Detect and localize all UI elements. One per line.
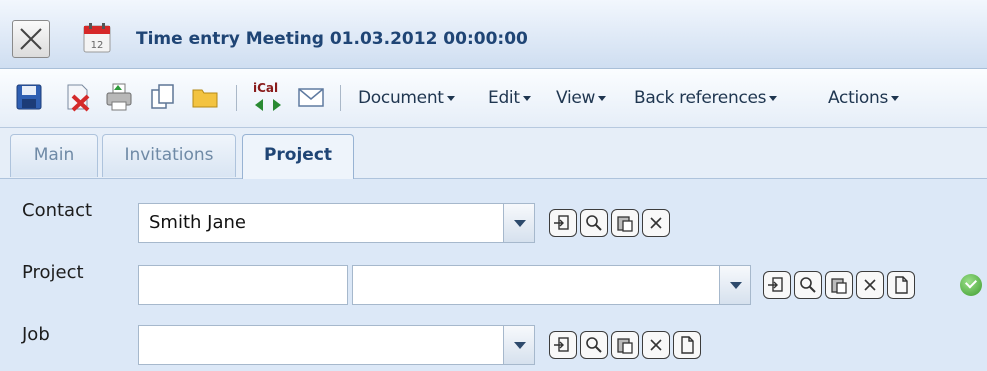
project-code-input[interactable] xyxy=(138,265,348,305)
contact-search-button[interactable] xyxy=(580,209,608,237)
ical-label: iCal xyxy=(253,81,279,95)
job-new-button[interactable] xyxy=(673,331,701,359)
job-paste-button[interactable] xyxy=(611,331,639,359)
menu-actions[interactable]: Actions xyxy=(828,88,899,108)
goto-icon xyxy=(554,337,569,352)
folder-icon[interactable] xyxy=(190,82,220,112)
ical-arrows-icon xyxy=(255,99,281,111)
delete-icon[interactable] xyxy=(62,82,92,112)
save-icon[interactable] xyxy=(14,82,44,112)
contact-combobox[interactable]: Smith Jane xyxy=(138,203,504,243)
project-new-button[interactable] xyxy=(887,271,915,299)
svg-text:12: 12 xyxy=(91,40,104,51)
goto-icon xyxy=(554,215,569,230)
contact-goto-button[interactable] xyxy=(549,209,577,237)
job-dropdown-button[interactable] xyxy=(503,325,535,365)
menu-view[interactable]: View xyxy=(556,88,607,108)
tab-invitations[interactable]: Invitations xyxy=(102,134,236,177)
chevron-down-icon xyxy=(769,95,778,101)
menu-back-references[interactable]: Back references xyxy=(634,88,778,108)
calendar-icon: 12 xyxy=(83,23,111,53)
project-search-button[interactable] xyxy=(794,271,822,299)
project-label: Project xyxy=(22,262,84,283)
menu-edit[interactable]: Edit xyxy=(488,88,531,108)
project-form: Contact Smith Jane Project Job xyxy=(0,179,987,371)
copy-icon[interactable] xyxy=(148,82,178,112)
project-dropdown-button[interactable] xyxy=(719,265,751,305)
project-paste-button[interactable] xyxy=(825,271,853,299)
email-icon[interactable] xyxy=(296,82,326,112)
search-icon xyxy=(586,337,602,353)
job-goto-button[interactable] xyxy=(549,331,577,359)
title-bar: 12 Time entry Meeting 01.03.2012 00:00:0… xyxy=(0,0,987,69)
chevron-down-icon xyxy=(446,95,455,101)
tab-bar: Main Invitations Project xyxy=(0,128,987,179)
job-clear-button[interactable] xyxy=(642,331,670,359)
project-combobox[interactable] xyxy=(352,265,720,305)
job-combobox[interactable] xyxy=(138,325,504,365)
paste-icon xyxy=(617,216,633,232)
search-icon xyxy=(800,277,816,293)
project-goto-button[interactable] xyxy=(763,271,791,299)
goto-icon xyxy=(768,277,783,292)
contact-label: Contact xyxy=(22,200,93,221)
job-label: Job xyxy=(22,324,50,345)
print-icon[interactable] xyxy=(104,82,134,112)
toolbar: iCal Document Edit View Back references … xyxy=(0,69,987,128)
paste-icon xyxy=(617,338,633,354)
contact-paste-button[interactable] xyxy=(611,209,639,237)
close-icon xyxy=(20,28,42,50)
contact-dropdown-button[interactable] xyxy=(503,203,535,243)
tab-project[interactable]: Project xyxy=(242,134,354,179)
window-title: Time entry Meeting 01.03.2012 00:00:00 xyxy=(136,29,528,49)
chevron-down-icon xyxy=(891,95,899,101)
chevron-down-icon xyxy=(598,95,607,101)
time-entry-window: 12 Time entry Meeting 01.03.2012 00:00:0… xyxy=(0,0,987,371)
paste-icon xyxy=(831,278,847,294)
ical-icon[interactable]: iCal xyxy=(252,81,284,113)
clear-icon xyxy=(864,279,876,291)
new-document-icon xyxy=(681,336,694,354)
contact-clear-button[interactable] xyxy=(642,209,670,237)
clear-icon xyxy=(650,339,662,351)
search-icon xyxy=(586,215,602,231)
project-clear-button[interactable] xyxy=(856,271,884,299)
job-search-button[interactable] xyxy=(580,331,608,359)
menu-document[interactable]: Document xyxy=(358,88,455,108)
chevron-down-icon xyxy=(522,95,531,101)
tab-main[interactable]: Main xyxy=(10,134,98,177)
close-button[interactable] xyxy=(12,20,50,58)
new-document-icon xyxy=(895,276,908,294)
clear-icon xyxy=(650,217,662,229)
check-circle-icon xyxy=(960,274,982,296)
